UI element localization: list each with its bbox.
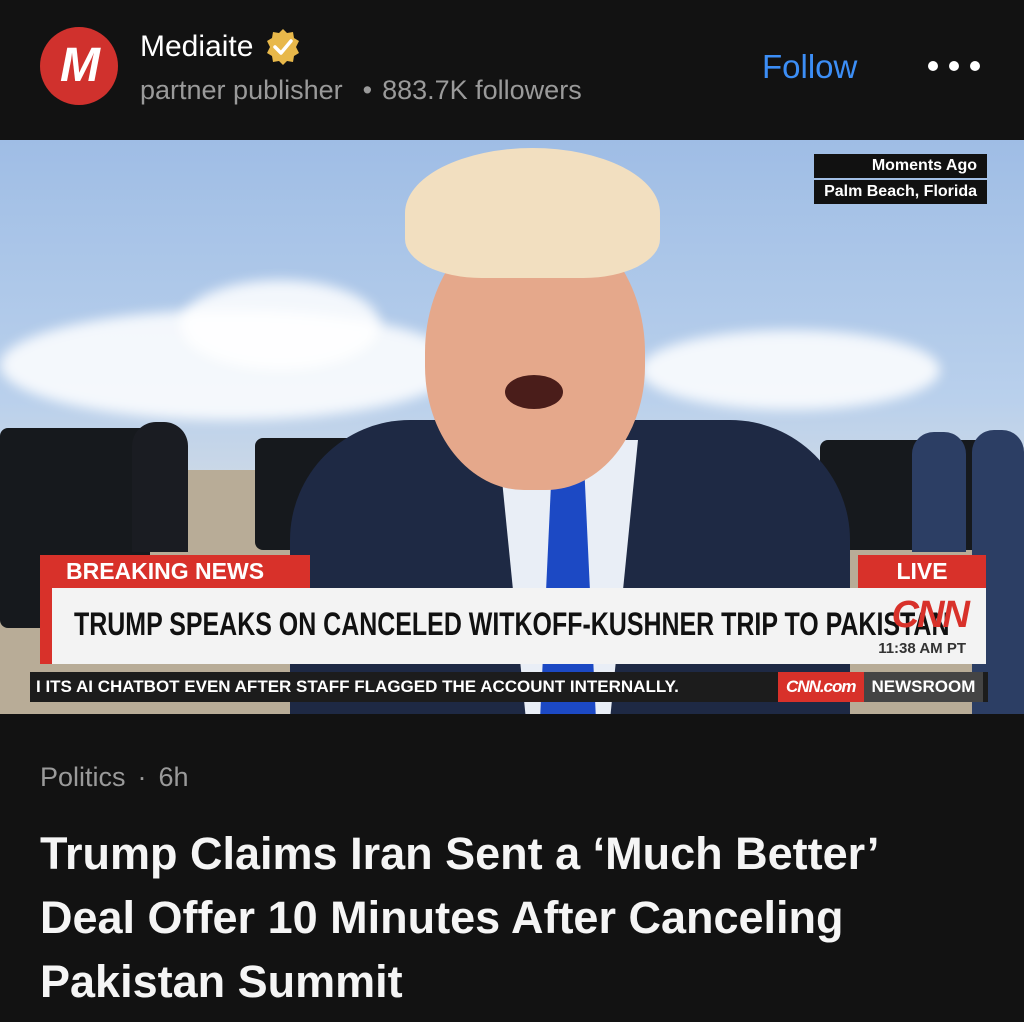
meta-dot: •: [362, 75, 373, 105]
ticker-label: NEWSROOM: [863, 672, 984, 702]
verified-badge-icon: [267, 29, 300, 65]
logo-letter: M: [60, 39, 100, 92]
article-card-body[interactable]: Politics · 6h Trump Claims Iran Sent a ‘Mu…: [0, 714, 1024, 1022]
publisher-name[interactable]: Mediaite: [140, 30, 253, 64]
broadcast-clock: 11:38 AM PT: [878, 640, 966, 657]
article-category[interactable]: Politics: [40, 762, 126, 792]
person-mouth: [505, 375, 563, 409]
publisher-type: partner publisher: [140, 75, 343, 105]
publisher-logo[interactable]: M: [40, 27, 118, 105]
meta-separator: ·: [137, 762, 147, 792]
publisher-header: M Mediaite partner publisher • 883.7K foll…: [0, 0, 1024, 140]
article-age: 6h: [158, 762, 189, 792]
live-badge: LIVE: [858, 555, 986, 588]
ticker-text: I ITS AI CHATBOT EVEN AFTER STAFF FLAGGE…: [36, 677, 679, 696]
article-meta: Politics · 6h: [40, 762, 189, 793]
publisher-meta: partner publisher • 883.7K followers: [140, 75, 582, 106]
person-hair: [405, 148, 660, 278]
news-ticker: I ITS AI CHATBOT EVEN AFTER STAFF FLAGGE…: [30, 672, 988, 702]
publisher-followers: 883.7K followers: [382, 75, 582, 105]
article-title[interactable]: Trump Claims Iran Sent a ‘Much Better’ D…: [40, 822, 980, 1014]
cloud: [640, 330, 940, 410]
cloud: [180, 280, 380, 370]
breaking-news-label: BREAKING NEWS: [40, 555, 310, 588]
location-label: Palm Beach, Florida: [814, 180, 987, 204]
ticker-brand: CNN.com: [778, 672, 864, 702]
more-options-icon[interactable]: [928, 46, 980, 86]
agent-figure: [132, 422, 188, 552]
follow-button[interactable]: Follow: [762, 48, 857, 86]
broadcast-headline-bar: TRUMP SPEAKS ON CANCELED WITKOFF-KUSHNER…: [40, 588, 986, 664]
time-label: Moments Ago: [814, 154, 987, 178]
broadcast-headline: TRUMP SPEAKS ON CANCELED WITKOFF-KUSHNER…: [74, 606, 950, 642]
broadcast-timestamp: Moments Ago Palm Beach, Florida: [814, 154, 987, 206]
article-hero-image[interactable]: Moments Ago Palm Beach, Florida BREAKING…: [0, 140, 1024, 714]
soldier-figure: [912, 432, 966, 552]
network-logo: CNN: [891, 594, 970, 636]
publisher-name-row[interactable]: Mediaite: [140, 27, 303, 67]
